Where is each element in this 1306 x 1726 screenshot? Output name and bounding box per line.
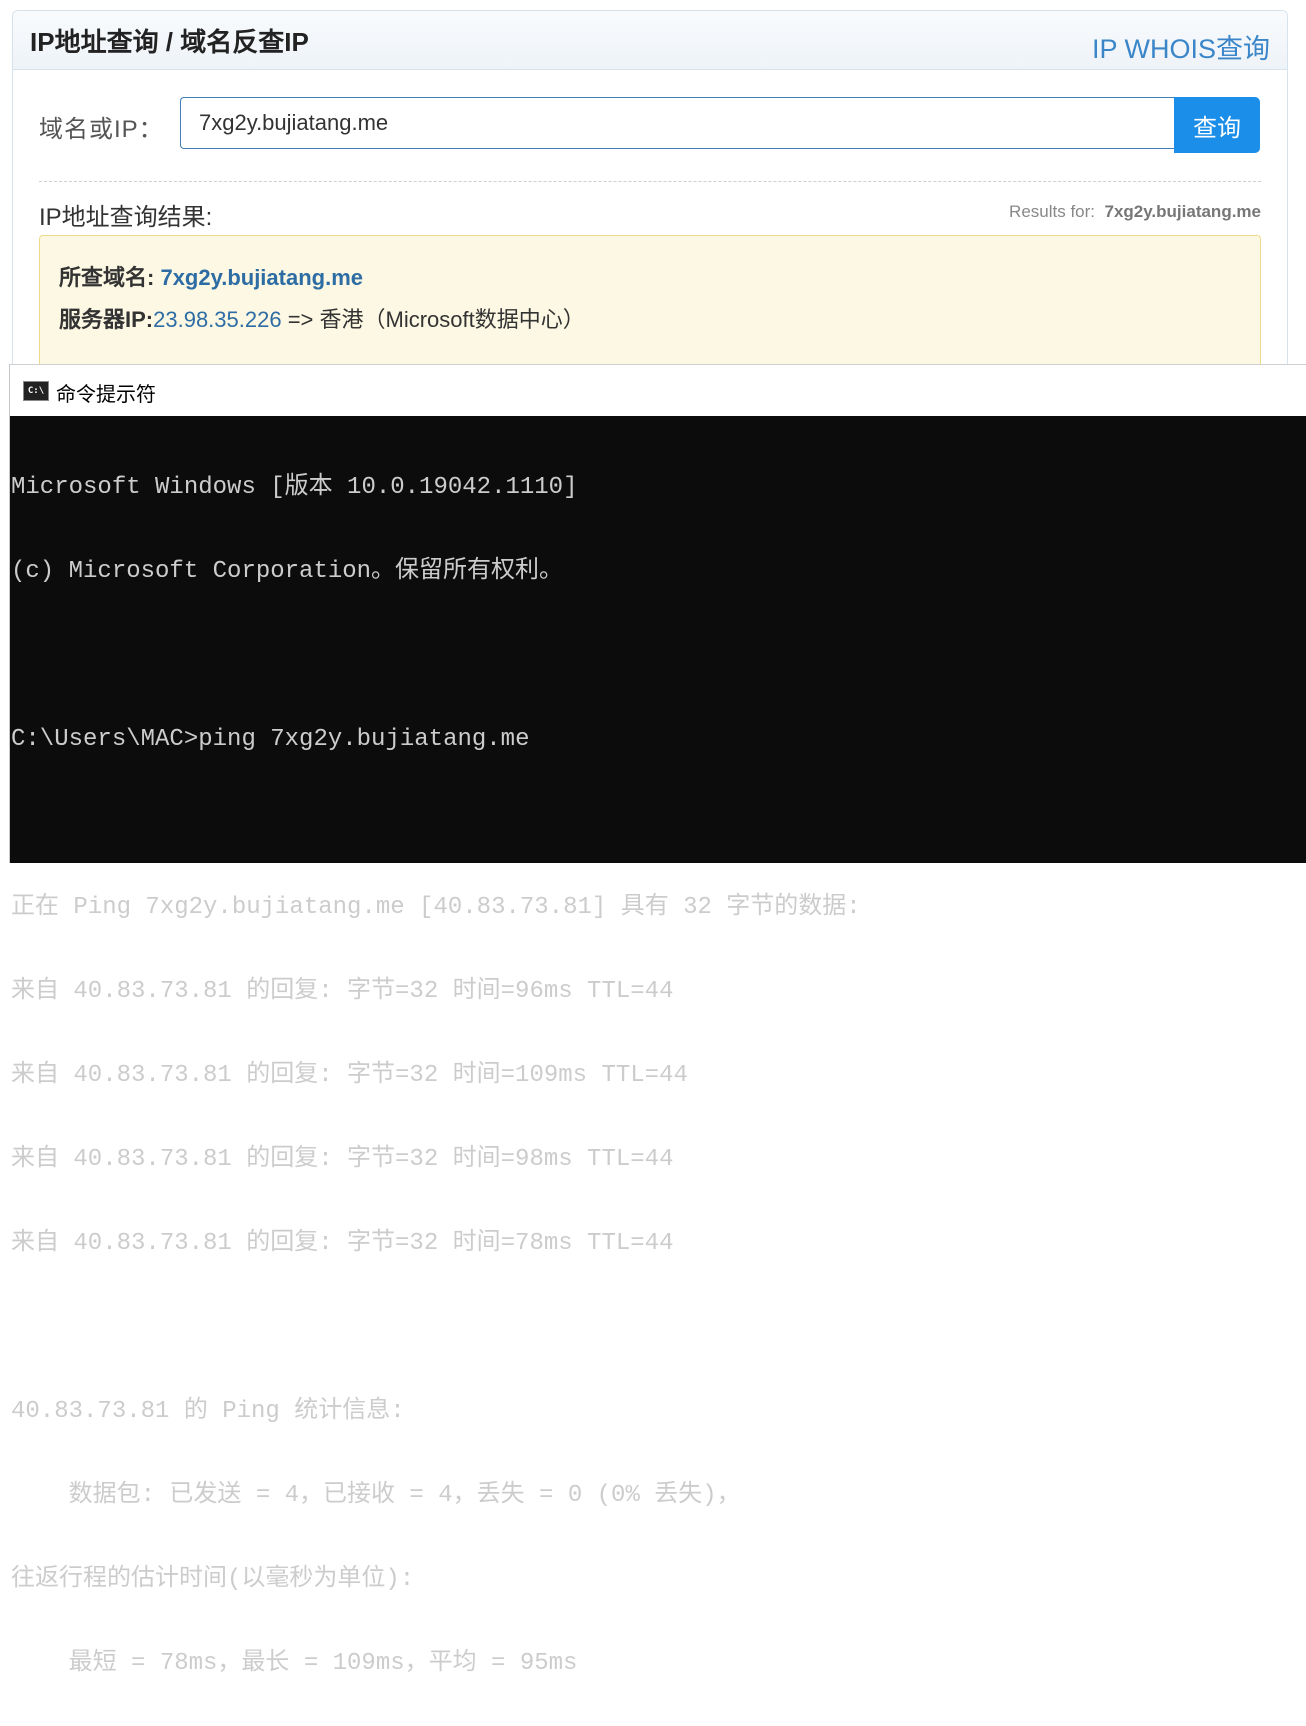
server-ip-location: => 香港（Microsoft数据中心） xyxy=(281,307,585,332)
console-line: 往返行程的估计时间(以毫秒为单位): xyxy=(11,1566,415,1593)
console-line: 来自 40.83.73.81 的回复: 字节=32 时间=109ms TTL=4… xyxy=(11,1062,688,1089)
query-button[interactable]: 查询 xyxy=(1174,97,1260,153)
cmd-title: 命令提示符 xyxy=(56,384,156,406)
console-line: 来自 40.83.73.81 的回复: 字节=32 时间=98ms TTL=44 xyxy=(11,1146,674,1173)
cmd-window: C:\ 命令提示符 Microsoft Windows [版本 10.0.190… xyxy=(9,364,1306,1677)
ip-lookup-panel: IP地址查询 / 域名反查IP IP WHOIS查询 域名或IP： 查询 IP地… xyxy=(12,10,1288,412)
results-for-value: 7xg2y.bujiatang.me xyxy=(1104,202,1261,221)
panel-header: IP地址查询 / 域名反查IP IP WHOIS查询 xyxy=(13,11,1287,70)
domain-label: 所查域名: xyxy=(59,265,155,290)
domain-row: 所查域名: 7xg2y.bujiatang.me xyxy=(59,260,363,292)
page-title: IP地址查询 / 域名反查IP xyxy=(30,27,309,57)
console-line: 40.83.73.81 的 Ping 统计信息: xyxy=(11,1398,405,1425)
cmd-icon: C:\ xyxy=(23,381,49,401)
results-for-label: Results for: xyxy=(1009,202,1096,221)
results-for: Results for: 7xg2y.bujiatang.me xyxy=(1009,202,1261,222)
server-ip-row: 服务器IP:23.98.35.226 => 香港（Microsoft数据中心） xyxy=(59,302,585,334)
console-line: 正在 Ping 7xg2y.bujiatang.me [40.83.73.81]… xyxy=(11,894,861,921)
console-line: 最短 = 78ms，最长 = 109ms，平均 = 95ms xyxy=(11,1650,578,1677)
divider xyxy=(39,181,1261,182)
console-line: Microsoft Windows [版本 10.0.19042.1110] xyxy=(11,474,578,501)
cmd-titlebar[interactable]: C:\ 命令提示符 xyxy=(10,364,1306,416)
query-form: 域名或IP： 查询 xyxy=(39,97,1261,153)
console-line: 来自 40.83.73.81 的回复: 字节=32 时间=96ms TTL=44 xyxy=(11,978,674,1005)
console-line: C:\Users\MAC>ping 7xg2y.bujiatang.me xyxy=(11,726,530,753)
domain-ip-input[interactable] xyxy=(180,97,1174,149)
console-line: 来自 40.83.73.81 的回复: 字节=32 时间=78ms TTL=44 xyxy=(11,1230,674,1257)
console-line: (c) Microsoft Corporation。保留所有权利。 xyxy=(11,558,564,585)
console-output[interactable]: Microsoft Windows [版本 10.0.19042.1110] (… xyxy=(10,416,1306,1726)
domain-value[interactable]: 7xg2y.bujiatang.me xyxy=(160,265,363,290)
ip-whois-link[interactable]: IP WHOIS查询 xyxy=(1092,27,1270,66)
result-title: IP地址查询结果: xyxy=(39,204,213,231)
server-ip-label: 服务器IP: xyxy=(59,307,154,332)
query-label: 域名或IP： xyxy=(39,116,164,143)
server-ip-value[interactable]: 23.98.35.226 xyxy=(153,307,281,332)
console-line: 数据包: 已发送 = 4，已接收 = 4，丢失 = 0 (0% 丢失)， xyxy=(11,1482,741,1509)
